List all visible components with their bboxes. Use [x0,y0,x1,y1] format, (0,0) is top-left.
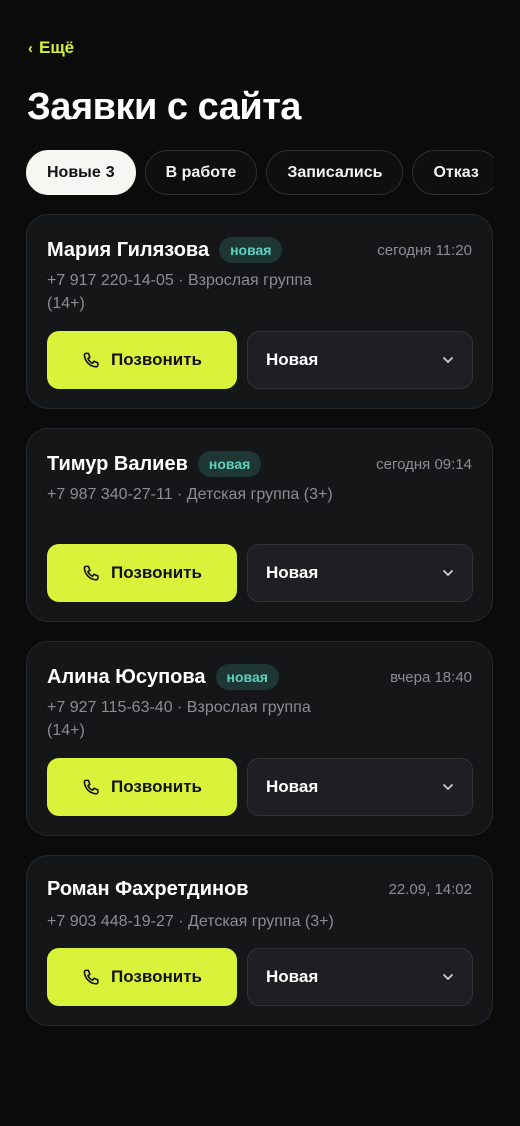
request-card: Алина Юсупова новая вчера 18:40 +7 927 1… [26,641,493,836]
request-details: +7 903 448-19-27 · Детская группа (3+) [47,913,334,930]
tab-in-progress[interactable]: В работе [144,150,258,195]
status-value: Новая [266,967,319,986]
status-select[interactable]: Новая [247,544,473,602]
back-label: Ещё [39,38,75,57]
tab-new[interactable]: Новые 3 [26,150,136,195]
client-name: Роман Фахретдинов [47,878,249,900]
request-time: сегодня 09:14 [376,455,472,473]
request-time: сегодня 11:20 [377,241,472,259]
tab-label: Новые [47,163,101,181]
chevron-down-icon [443,357,453,363]
call-label: Позвонить [111,967,202,986]
status-select[interactable]: Новая [247,758,473,816]
tab-label: Отказ [433,163,479,181]
request-details: +7 987 340-27-11 · Детская группа (3+) [47,486,333,503]
call-button[interactable]: Позвонить [47,331,237,389]
call-button[interactable]: Позвонить [47,948,237,1006]
tab-rejected[interactable]: Отказ [412,150,494,195]
status-value: Новая [266,350,319,369]
filter-tabs: Новые 3 В работе Записались Отказ [26,150,494,195]
page-title: Заявки с сайта [27,86,301,128]
call-label: Позвонить [111,777,202,796]
tab-signed-up[interactable]: Записались [266,150,404,195]
status-select[interactable]: Новая [247,331,473,389]
phone-icon [83,565,99,581]
status-value: Новая [266,777,319,796]
phone-icon [83,352,99,368]
tab-label: Записались [287,163,383,181]
request-card: Мария Гилязова новая сегодня 11:20 +7 91… [26,214,493,409]
status-badge: новая [219,237,283,263]
tab-label: В работе [165,163,237,181]
call-label: Позвонить [111,563,202,582]
phone-icon [83,779,99,795]
status-select[interactable]: Новая [247,948,473,1006]
phone-icon [83,969,99,985]
request-card: Роман Фахретдинов 22.09, 14:02 +7 903 44… [26,855,493,1026]
client-name: Мария Гилязова [47,238,210,261]
call-button[interactable]: Позвонить [47,544,237,602]
request-card: Тимур Валиев новая сегодня 09:14 +7 987 … [26,428,493,622]
status-value: Новая [266,563,319,582]
chevron-down-icon [443,784,453,790]
call-button[interactable]: Позвонить [47,758,237,816]
tab-count: 3 [105,163,115,181]
status-badge: новая [215,664,279,690]
chevron-down-icon [443,974,453,980]
request-time: 22.09, 14:02 [388,881,472,898]
call-label: Позвонить [111,350,202,369]
chevron-down-icon [443,570,453,576]
request-time: вчера 18:40 [390,668,472,686]
client-name: Тимур Валиев [47,452,188,475]
back-link[interactable]: ‹ Ещё [28,38,74,58]
chevron-left-icon: ‹ [28,39,33,57]
request-details: +7 917 220-14-05 · Взрослая группа (14+) [47,272,312,312]
status-badge: новая [197,451,262,477]
request-details: +7 927 115-63-40 · Взрослая группа (14+) [47,699,311,739]
client-name: Алина Юсупова [47,665,206,688]
